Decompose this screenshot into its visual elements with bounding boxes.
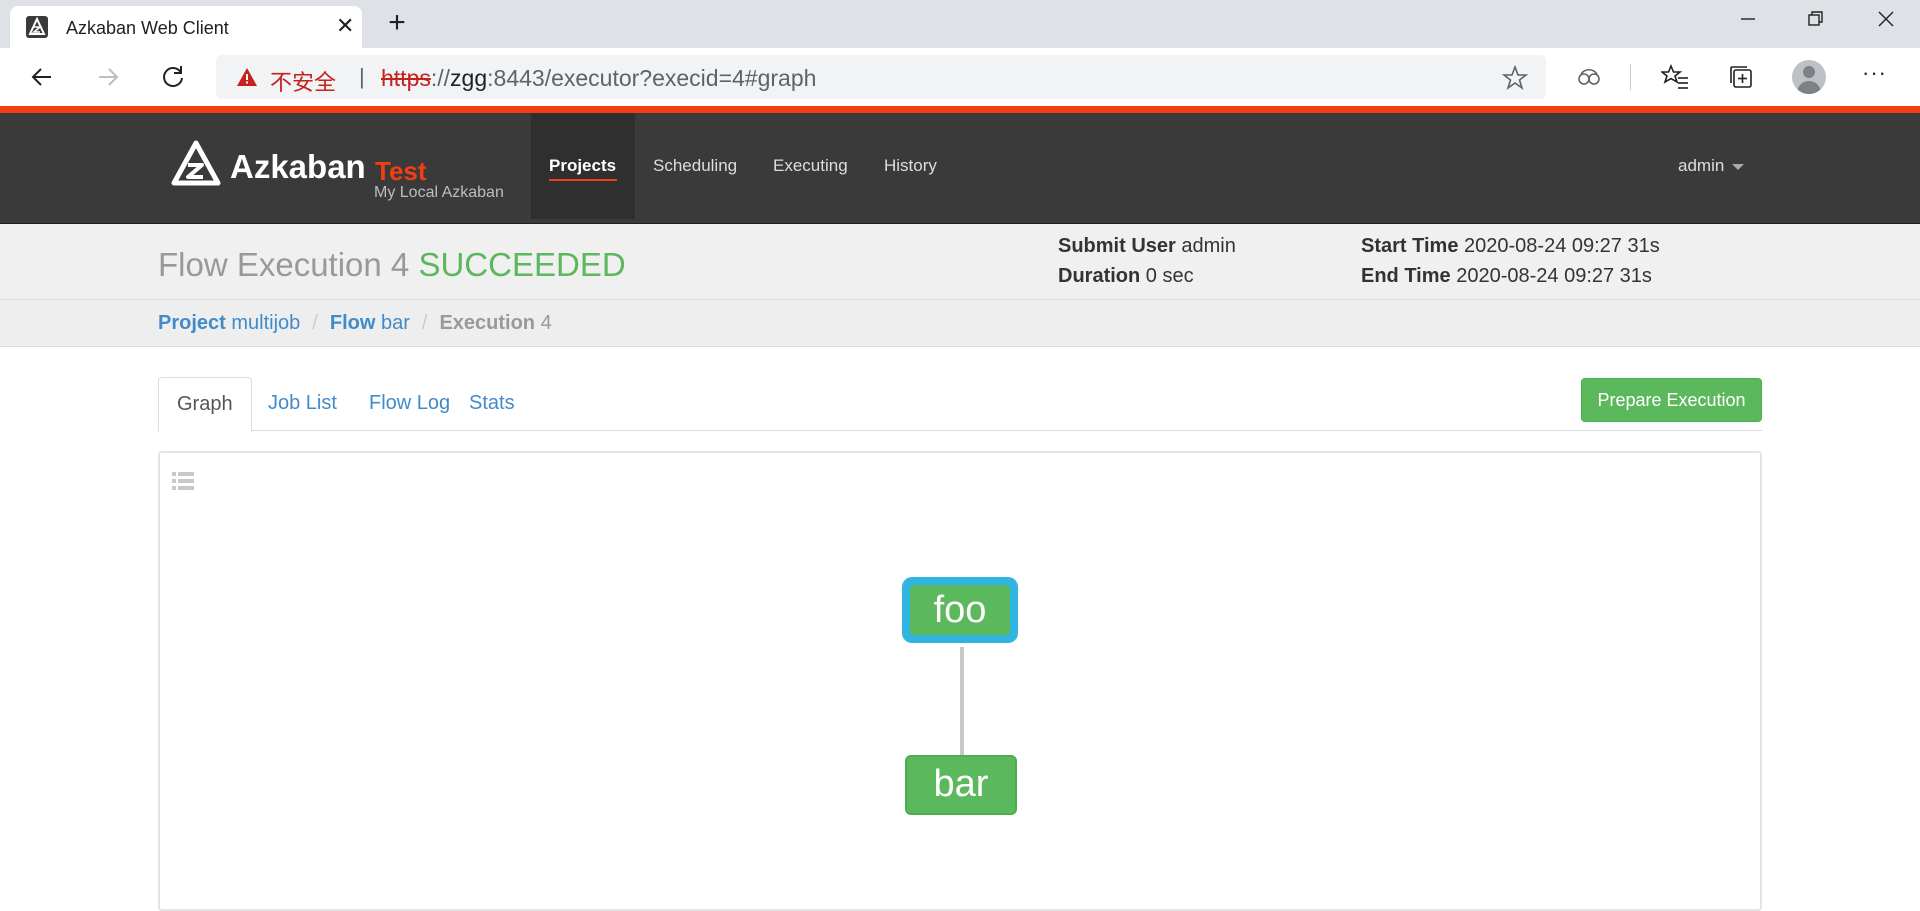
restore-icon[interactable]	[1786, 2, 1846, 36]
breadcrumb-divider: /	[421, 312, 428, 334]
breadcrumb-project-name: multijob	[231, 312, 301, 334]
chevron-down-icon	[1732, 163, 1745, 170]
not-secure-label[interactable]: 不安全	[270, 65, 336, 97]
execution-tabs: Graph Job List Flow Log Stats	[158, 377, 1762, 432]
end-time-row: End Time 2020-08-24 09:27 31s	[1361, 265, 1652, 288]
breadcrumb-flow-label: Flow	[329, 312, 376, 334]
favorites-icon[interactable]	[1660, 62, 1690, 92]
breadcrumb-execution: Execution 4	[439, 312, 551, 334]
accent-bar	[0, 106, 1920, 113]
url-separator: ://	[430, 65, 451, 91]
tab-stats[interactable]: Stats	[451, 377, 533, 431]
warning-icon	[237, 68, 257, 86]
user-menu[interactable]: admin	[1678, 156, 1745, 176]
browser-toolbar: 不安全 | https://zgg:8443/executor?execid=4…	[0, 48, 1920, 106]
extension-icon[interactable]	[1574, 62, 1604, 92]
breadcrumb-execution-label: Execution	[439, 312, 536, 334]
tab-close-icon[interactable]: ✕	[336, 15, 354, 37]
prepare-execution-button[interactable]: Prepare Execution	[1581, 378, 1762, 422]
graph-node-bar[interactable]: bar	[905, 755, 1017, 815]
address-bar[interactable]: 不安全 | https://zgg:8443/executor?execid=4…	[216, 55, 1546, 99]
nav-history[interactable]: History	[884, 156, 937, 176]
nav-scheduling[interactable]: Scheduling	[653, 156, 737, 176]
list-toggle-icon[interactable]	[172, 471, 194, 491]
avatar-body	[1797, 81, 1821, 94]
close-window-icon[interactable]	[1856, 2, 1916, 36]
breadcrumb-execution-id: 4	[540, 312, 552, 334]
submit-user-row: Submit User admin	[1058, 235, 1236, 258]
brand-environment: Test	[375, 156, 427, 186]
execution-title: Flow Execution 4	[158, 246, 410, 283]
profile-avatar[interactable]	[1792, 60, 1826, 94]
start-time-label: Start Time	[1361, 235, 1459, 257]
graph-edge-foo-bar	[960, 647, 964, 762]
duration-label: Duration	[1058, 265, 1141, 287]
nav-active-underline	[549, 179, 617, 181]
favorite-star-icon[interactable]	[1502, 65, 1528, 91]
end-time-label: End Time	[1361, 265, 1451, 287]
start-time-value: 2020-08-24 09:27 31s	[1464, 235, 1660, 257]
tab-job-list[interactable]: Job List	[250, 377, 355, 431]
avatar-head	[1803, 66, 1815, 78]
reload-icon[interactable]	[154, 58, 192, 96]
brand-subtitle: My Local Azkaban	[374, 184, 504, 201]
graph-node-foo[interactable]: foo	[902, 577, 1018, 643]
back-icon[interactable]	[23, 58, 61, 96]
nav-projects[interactable]: Projects	[549, 156, 616, 176]
breadcrumb-items: Project multijob / Flow bar / Execution 4	[158, 312, 552, 335]
url-text[interactable]: https://zgg:8443/executor?execid=4#graph	[381, 65, 816, 92]
nav-executing[interactable]: Executing	[773, 156, 848, 176]
tab-graph[interactable]: Graph	[158, 377, 252, 432]
breadcrumb-flow-name: bar	[380, 312, 410, 334]
toolbar-divider	[1630, 64, 1631, 90]
breadcrumb-divider: /	[312, 312, 318, 334]
duration-value: 0 sec	[1145, 265, 1194, 287]
user-name: admin	[1678, 156, 1725, 175]
start-time-row: Start Time 2020-08-24 09:27 31s	[1361, 235, 1660, 258]
more-menu-icon[interactable]: ···	[1862, 60, 1887, 86]
brand-name[interactable]: Azkaban	[230, 148, 366, 186]
azkaban-logo-icon[interactable]	[170, 139, 222, 191]
url-scheme: https	[381, 65, 431, 91]
breadcrumb-flow[interactable]: Flow bar	[330, 312, 410, 334]
graph-node-foo-label: foo	[910, 585, 1010, 635]
submit-user-value: admin	[1181, 235, 1236, 257]
execution-header: Flow Execution 4 SUCCEEDED Submit User a…	[0, 224, 1920, 300]
tab-title: Azkaban Web Client	[66, 18, 229, 38]
url-path: :8443/executor?execid=4#graph	[487, 65, 817, 91]
browser-tab[interactable]: Azkaban Web Client ✕	[10, 6, 362, 48]
breadcrumb-project[interactable]: Project multijob	[158, 312, 300, 334]
collections-icon[interactable]	[1726, 62, 1756, 92]
browser-tabstrip: Azkaban Web Client ✕ +	[0, 0, 1920, 48]
breadcrumb: Project multijob / Flow bar / Execution 4	[0, 300, 1920, 347]
minimize-icon[interactable]	[1718, 2, 1778, 36]
new-tab-icon[interactable]: +	[380, 6, 414, 40]
omnibox-separator: |	[359, 64, 365, 89]
status-badge: SUCCEEDED	[418, 246, 626, 283]
page-title: Flow Execution 4 SUCCEEDED	[158, 246, 626, 284]
duration-row: Duration 0 sec	[1058, 265, 1194, 288]
flow-graph-panel[interactable]: foo bar	[158, 451, 1762, 911]
submit-user-label: Submit User	[1058, 235, 1176, 257]
forward-icon[interactable]	[89, 58, 127, 96]
breadcrumb-project-label: Project	[158, 312, 226, 334]
url-host: zgg	[450, 65, 488, 91]
app-navbar: Azkaban Test My Local Azkaban Projects S…	[0, 113, 1920, 224]
azkaban-favicon-icon	[26, 16, 48, 38]
end-time-value: 2020-08-24 09:27 31s	[1456, 265, 1652, 287]
